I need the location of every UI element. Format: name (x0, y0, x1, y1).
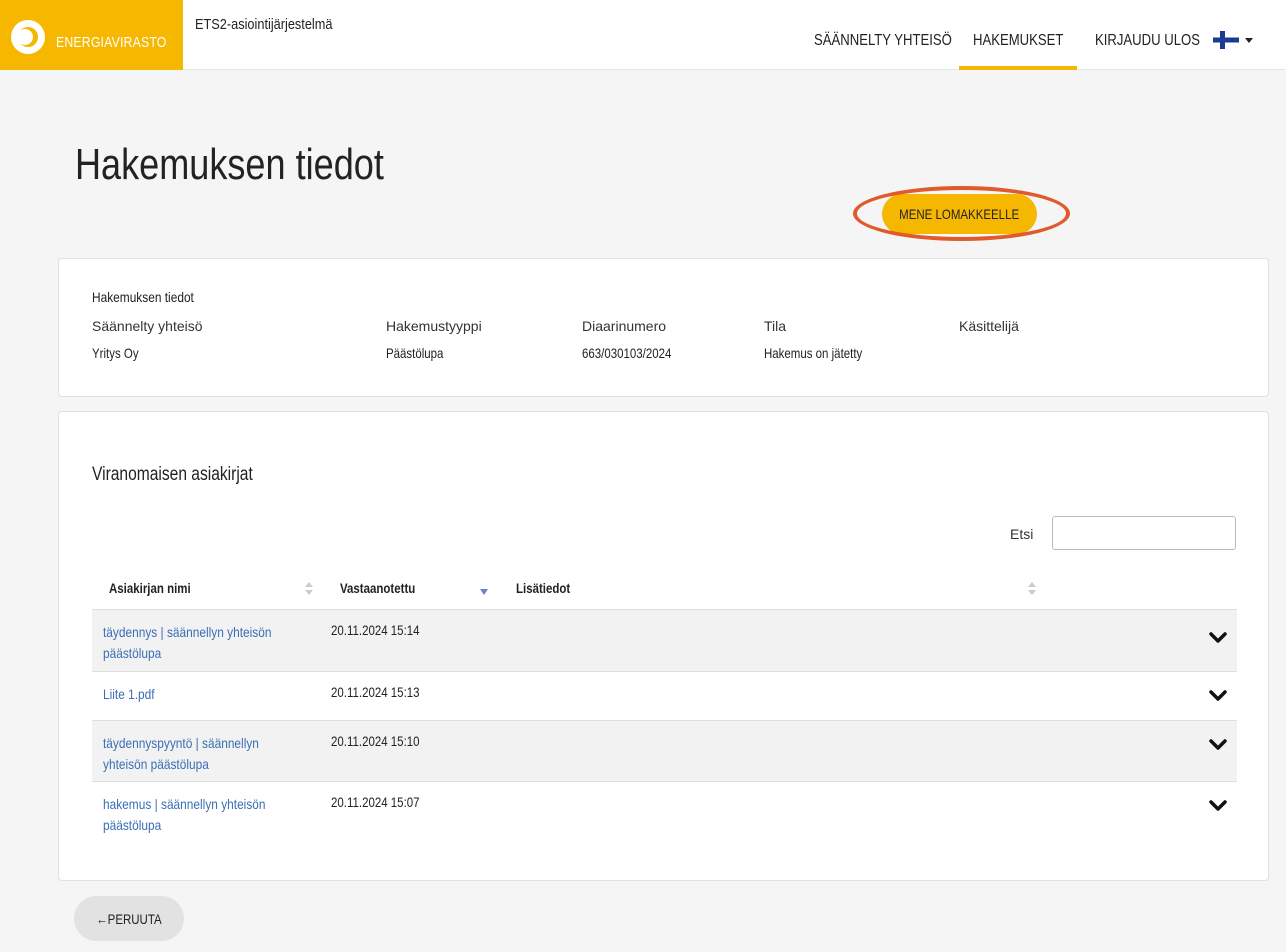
info-label-regulated-entity: Säännelty yhteisö (92, 318, 203, 334)
sort-icon-document-name[interactable] (305, 582, 313, 596)
app-title: ETS2-asiointijärjestelmä (195, 16, 333, 33)
nav-item-regulated-entity[interactable]: SÄÄNNELTY YHTEISÖ (814, 32, 952, 50)
energiavirasto-logo[interactable]: ENERGIAVIRASTO (0, 0, 183, 70)
table-row: hakemus | säännellyn yhteisön päästölupa… (92, 781, 1237, 843)
info-value-record-number: 663/030103/2024 (582, 345, 672, 361)
document-received-date: 20.11.2024 15:10 (331, 733, 420, 749)
table-row: täydennyspyyntö | säännellyn yhteisön pä… (92, 720, 1237, 781)
info-label-application-type: Hakemustyyppi (386, 318, 482, 334)
document-link[interactable]: hakemus | säännellyn yhteisön päästölupa (103, 794, 273, 836)
column-header-additional-info[interactable]: Lisätiedot (516, 580, 570, 596)
search-input[interactable] (1052, 516, 1236, 550)
info-label-handler: Käsittelijä (959, 318, 1019, 334)
chevron-down-icon[interactable] (1209, 690, 1227, 702)
search-label: Etsi (1010, 526, 1034, 542)
documents-heading: Viranomaisen asiakirjat (92, 464, 253, 485)
info-label-status: Tila (764, 318, 787, 334)
chevron-down-icon[interactable] (1209, 632, 1227, 644)
go-to-form-button[interactable]: MENE LOMAKKEELLE (882, 194, 1037, 234)
info-card-heading: Hakemuksen tiedot (92, 289, 194, 305)
document-received-date: 20.11.2024 15:07 (331, 794, 420, 810)
sort-desc-icon-received[interactable] (480, 589, 488, 595)
page-title: Hakemuksen tiedot (75, 140, 384, 189)
column-header-document-name[interactable]: Asiakirjan nimi (109, 580, 191, 596)
info-value-application-type: Päästölupa (386, 345, 444, 361)
document-received-date: 20.11.2024 15:14 (331, 622, 420, 638)
info-value-status: Hakemus on jätetty (764, 345, 863, 361)
logo-text: ENERGIAVIRASTO (56, 34, 167, 51)
nav-item-applications[interactable]: HAKEMUKSET (973, 32, 1063, 50)
column-header-received[interactable]: Vastaanotettu (340, 580, 415, 596)
document-link[interactable]: Liite 1.pdf (103, 684, 273, 705)
chevron-down-icon[interactable] (1209, 739, 1227, 751)
chevron-down-icon[interactable] (1209, 800, 1227, 812)
energiavirasto-logo-icon (11, 20, 45, 54)
document-link[interactable]: täydennys | säännellyn yhteisön päästölu… (103, 622, 273, 664)
active-nav-indicator (959, 66, 1077, 70)
cancel-button[interactable]: ←PERUUTA (74, 896, 184, 941)
authority-documents-card: Viranomaisen asiakirjat Etsi Asiakirjan … (58, 411, 1269, 881)
language-dropdown-caret-icon[interactable] (1245, 38, 1253, 43)
cancel-button-label: ←PERUUTA (96, 910, 162, 927)
sort-icon-additional-info[interactable] (1028, 582, 1036, 596)
application-info-card: Hakemuksen tiedot Säännelty yhteisö Yrit… (58, 258, 1269, 397)
document-link[interactable]: täydennyspyyntö | säännellyn yhteisön pä… (103, 733, 273, 775)
nav-item-logout[interactable]: KIRJAUDU ULOS (1095, 32, 1200, 50)
go-to-form-label: MENE LOMAKKEELLE (899, 206, 1020, 222)
top-header: ENERGIAVIRASTO ETS2-asiointijärjestelmä … (0, 0, 1286, 70)
table-row: täydennys | säännellyn yhteisön päästölu… (92, 609, 1237, 671)
table-row: Liite 1.pdf 20.11.2024 15:13 (92, 671, 1237, 720)
info-label-record-number: Diaarinumero (582, 318, 667, 334)
document-received-date: 20.11.2024 15:13 (331, 684, 420, 700)
finland-flag-icon[interactable] (1213, 31, 1239, 49)
info-value-regulated-entity: Yritys Oy (92, 345, 139, 361)
